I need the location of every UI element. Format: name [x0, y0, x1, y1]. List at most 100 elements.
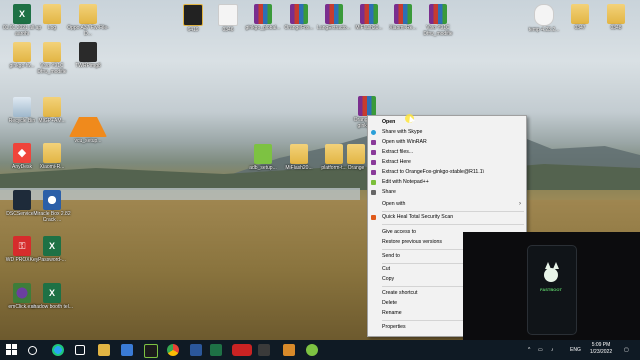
menu-item-label: Give access to: [382, 229, 417, 235]
menu-item-share-with-skype[interactable]: Share with Skype: [368, 128, 526, 137]
winrar-icon: [371, 140, 376, 145]
icon-label: 0346: [222, 27, 234, 33]
icon-label: Xiaomi-Re...: [389, 25, 417, 31]
folder-icon: [347, 144, 365, 164]
menu-item-label: Copy: [382, 276, 395, 282]
icon-label: Orange: [347, 165, 365, 171]
desktop-icon-0348[interactable]: 0348: [594, 4, 638, 31]
winrar-icon: [358, 96, 376, 116]
emclick-icon: [13, 283, 31, 303]
folder-icon: [43, 42, 61, 62]
desktop-icon-shadow-booth[interactable]: Xshadow booth tel...: [30, 283, 74, 310]
folder-icon: [79, 4, 97, 24]
chrome-icon[interactable]: [167, 344, 179, 356]
file-icon: [534, 4, 554, 26]
menu-item-extract-to[interactable]: Extract to OrangeFox-ginkgo-stable@R11.1…: [368, 168, 526, 177]
icon-label: Vivo Y91C Dfrw_modifie: [423, 25, 453, 37]
menu-item-label: Open with: [382, 201, 406, 207]
menu-item-label: Edit with Notepad++: [382, 179, 429, 185]
menu-item-edit-notepadpp[interactable]: Edit with Notepad++: [368, 178, 526, 187]
icon-label: OrangeFox...: [284, 25, 314, 31]
app-logo-icon[interactable]: [232, 344, 252, 356]
icon-label: ginkgo_global...: [245, 25, 281, 31]
icon-label: Log: [47, 25, 57, 31]
folder-icon: [290, 144, 308, 164]
desktop-icon-orange[interactable]: Orange: [344, 144, 368, 171]
volume-icon[interactable]: ♪: [551, 340, 554, 360]
start-button[interactable]: [6, 344, 18, 356]
winrar-icon: [360, 4, 378, 24]
icon-label: 6419: [187, 27, 199, 33]
desktop-icon-oppo[interactable]: Oppo A37 Fw-File-D...: [66, 4, 110, 37]
image-file-icon: [79, 42, 97, 62]
desktop-icon-xiaomi-r[interactable]: Xiaomi-R...: [30, 143, 74, 170]
taskbar: ^ ▭ ♪ ENG 5:09 PM 1/23/2022 ▢: [0, 340, 640, 360]
icon-label: Vivo Y91C Dfrw_modifie: [37, 63, 67, 75]
notifications-icon[interactable]: ▢: [624, 340, 629, 360]
vlc-icon: [69, 97, 107, 137]
menu-item-label: Open: [382, 119, 396, 125]
menu-item-label: Properties: [382, 324, 406, 330]
icon-label: platform-t...: [321, 165, 347, 171]
word-icon[interactable]: [190, 344, 202, 356]
key-icon: ⚿: [13, 236, 31, 256]
desktop: X 01.01.2021 all ap aarohi Log Oppo A37 F…: [0, 0, 640, 340]
icon-label: vcu_setup...: [74, 138, 102, 144]
menu-item-extract-files[interactable]: Extract files...: [368, 148, 526, 157]
share-icon: [371, 190, 376, 195]
task-view-icon[interactable]: [75, 345, 85, 355]
excel-icon[interactable]: [210, 344, 222, 356]
tray-chevron-icon[interactable]: ^: [528, 340, 530, 360]
file-icon: [218, 4, 238, 26]
language-indicator[interactable]: ENG: [570, 340, 581, 360]
app-icon[interactable]: [283, 344, 295, 356]
skype-icon: [371, 130, 376, 135]
android-icon: [254, 144, 272, 164]
edge-icon[interactable]: [52, 344, 64, 356]
desktop-icon-miracle-box[interactable]: Miracle Box 2.82 Crack ...: [30, 190, 74, 223]
menu-item-open-with[interactable]: Open with ›: [368, 200, 526, 209]
icon-label: Password-...: [38, 257, 66, 263]
menu-item-label: Delete: [382, 300, 397, 306]
icon-label: Oppo A37 Fw-File-D...: [67, 25, 109, 37]
icon-label: MiFlash20...: [285, 165, 313, 171]
menu-item-label: Extract files...: [382, 149, 414, 155]
icon-label: 0348: [610, 25, 622, 31]
app-icon[interactable]: [121, 344, 133, 356]
desktop-icon-password[interactable]: X Password-...: [30, 236, 74, 263]
clock[interactable]: 5:09 PM 1/23/2022: [586, 342, 616, 356]
app-icon[interactable]: [144, 344, 158, 358]
folder-icon: [43, 143, 61, 163]
menu-item-quick-heal-scan[interactable]: Quick Heal Total Security Scan: [368, 213, 526, 222]
menu-item-label: Extract Here: [382, 159, 411, 165]
menu-item-label: Share with Skype: [382, 129, 423, 135]
network-icon[interactable]: ▭: [538, 340, 543, 360]
search-icon[interactable]: [28, 346, 37, 355]
icon-label: AnyDesk: [11, 164, 32, 170]
desktop-icon-twrpimg[interactable]: TWRPimg8: [66, 42, 110, 69]
icon-label: LangExtracto...: [317, 25, 351, 31]
desktop-icon-vcu-setup[interactable]: vcu_setup...: [66, 97, 110, 144]
folder-icon: [325, 144, 343, 164]
winrar-icon: [254, 4, 272, 24]
menu-item-open-with-winrar[interactable]: Open with WinRAR: [368, 138, 526, 147]
menu-item-share[interactable]: Share: [368, 188, 526, 197]
menu-item-extract-here[interactable]: Extract Here: [368, 158, 526, 167]
icon-label: 0347: [574, 25, 586, 31]
fastboot-label: FASTBOOT: [540, 287, 562, 292]
excel-icon: X: [43, 283, 61, 303]
chevron-right-icon: ›: [519, 201, 521, 207]
icon-label: Miracle Box 2.82 Crack ...: [33, 211, 71, 223]
folder-icon: [607, 4, 625, 24]
desktop-icon-vivo-y91c[interactable]: Vivo Y91C Dfrw_modifie: [416, 4, 460, 37]
app-icon[interactable]: [258, 344, 270, 356]
menu-item-label: Cut: [382, 266, 391, 272]
file-explorer-icon[interactable]: [98, 344, 110, 356]
icon-label: TWRPimg8: [75, 63, 101, 69]
app-icon: [13, 190, 31, 210]
video-file-icon: [183, 4, 203, 26]
anydesk-icon: ◆: [13, 143, 31, 163]
menu-item-open[interactable]: Open: [368, 118, 526, 127]
app-icon[interactable]: [306, 344, 318, 356]
icon-label: Xiaomi-R...: [39, 164, 65, 170]
